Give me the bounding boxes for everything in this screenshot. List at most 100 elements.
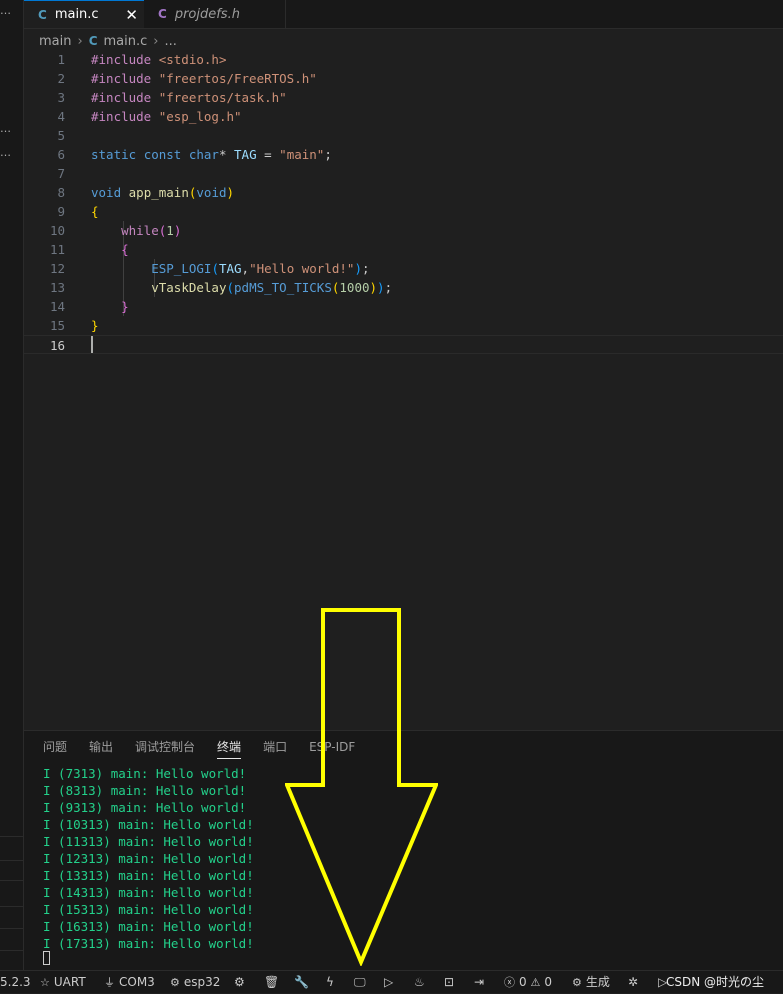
bug-icon[interactable]: ✲	[628, 971, 638, 993]
line-number: 8	[57, 185, 65, 200]
close-icon[interactable]: ✕	[125, 6, 138, 24]
code-line[interactable]: 9{	[24, 202, 783, 221]
code-token: ;	[361, 261, 370, 276]
code-token: )	[354, 261, 362, 276]
code-text: }	[91, 316, 99, 335]
code-token: ,	[241, 261, 250, 276]
target-label: esp32	[183, 975, 221, 989]
code-text: }	[91, 297, 129, 316]
line-number: 7	[57, 166, 65, 181]
code-line[interactable]: 12 ESP_LOGI(TAG,"Hello world!");	[24, 259, 783, 278]
panel-tab[interactable]: 输出	[89, 735, 113, 759]
code-token: )	[226, 185, 235, 200]
flash-icon[interactable]: ϟ	[326, 971, 334, 993]
gear-icon: ⚙	[572, 976, 582, 989]
problems-indicator[interactable]: ⓧ 0 ⚠ 0	[504, 971, 552, 993]
chip-icon: ⚙	[170, 976, 180, 989]
line-number: 5	[57, 128, 65, 143]
tab-projdefs-h[interactable]: C projdefs.h	[144, 0, 286, 28]
code-token: static	[91, 147, 144, 162]
breadcrumb-symbol[interactable]: ...	[164, 34, 176, 49]
com-port-selector[interactable]: ⏚ COM3	[104, 971, 155, 993]
code-line[interactable]: 15}	[24, 316, 783, 335]
code-token: (	[211, 261, 219, 276]
code-line[interactable]: 13 vTaskDelay(pdMS_TO_TICKS(1000));	[24, 278, 783, 297]
code-token: const	[143, 147, 189, 162]
code-text: #include <stdio.h>	[91, 50, 226, 69]
breadcrumb-file[interactable]: main.c	[104, 34, 148, 49]
code-text: while(1)	[91, 221, 181, 240]
terminal-line: I (11313) main: Hello world!	[43, 834, 254, 849]
code-line[interactable]: 3 #include "freertos/task.h"	[24, 88, 783, 107]
sidebar-fragment: …	[0, 122, 11, 135]
code-token: TAG	[234, 147, 257, 162]
code-line[interactable]: 5	[24, 126, 783, 145]
trash-icon[interactable]: 🗑	[264, 971, 279, 993]
code-token: TAG	[218, 261, 242, 276]
panel-tab[interactable]: 调试控制台	[135, 735, 195, 759]
terminal-icon[interactable]: ⊡	[444, 971, 454, 993]
panel-tab[interactable]: ESP-IDF	[309, 735, 355, 759]
panel-tab[interactable]: 终端	[217, 735, 242, 759]
code-line[interactable]: 6 static const char* TAG = "main";	[24, 145, 783, 164]
target-selector[interactable]: ⚙ esp32	[170, 971, 220, 993]
terminal-line: I (15313) main: Hello world!	[43, 902, 254, 917]
sidebar-fragment: …	[0, 146, 11, 159]
code-token: #include	[91, 90, 159, 105]
code-line[interactable]: 14 }	[24, 297, 783, 316]
terminal-output[interactable]: I (7313) main: Hello world! I (8313) main…	[43, 765, 254, 952]
code-token: ESP_LOGI	[151, 261, 212, 276]
code-line[interactable]: 1 #include <stdio.h>	[24, 50, 783, 69]
line-number: 9	[57, 204, 65, 219]
flame-icon[interactable]: ♨	[414, 971, 425, 993]
menuconfig-gear-icon[interactable]: ⚙	[234, 971, 245, 993]
uart-flash-method[interactable]: ☆ UART	[40, 971, 86, 993]
breadcrumb-folder[interactable]: main	[39, 34, 71, 49]
code-token: #include	[91, 71, 159, 86]
line-number: 16	[49, 338, 65, 353]
tab-label: projdefs.h	[174, 6, 240, 22]
code-line[interactable]: 7	[24, 164, 783, 183]
c-file-icon: C	[38, 7, 47, 22]
code-token: "freertos/FreeRTOS.h"	[158, 71, 317, 86]
terminal-line: I (9313) main: Hello world!	[43, 800, 247, 815]
bottom-panel: 问题 输出 调试控制台 终端 端口 ESP-IDF I (7313) main: Hell…	[24, 730, 783, 971]
warning-icon: ⚠	[530, 976, 541, 989]
text-cursor	[91, 336, 93, 353]
build-button[interactable]: ⚙ 生成	[572, 971, 610, 993]
monitor-icon[interactable]: 🖵	[354, 971, 366, 993]
line-number: 13	[49, 280, 65, 295]
code-line[interactable]: 4 #include "esp_log.h"	[24, 107, 783, 126]
panel-tab[interactable]: 问题	[43, 735, 67, 759]
run-task-icon[interactable]: ⇥	[474, 971, 484, 993]
line-number: 15	[49, 318, 65, 333]
idf-version[interactable]: 5.2.3	[0, 971, 31, 993]
code-token: app_main	[128, 185, 189, 200]
code-text: #include "freertos/FreeRTOS.h"	[91, 69, 317, 88]
code-text: ESP_LOGI(TAG,"Hello world!");	[91, 259, 370, 278]
code-token: )	[173, 223, 182, 238]
line-number: 2	[57, 71, 65, 86]
code-line[interactable]: 8 void app_main(void)	[24, 183, 783, 202]
panel-tab[interactable]: 端口	[263, 735, 287, 759]
code-editor[interactable]: 1 #include <stdio.h> 2 #include "freertos/F…	[24, 50, 783, 730]
code-line[interactable]: 2 #include "freertos/FreeRTOS.h"	[24, 69, 783, 88]
code-token: char	[188, 147, 219, 162]
code-line[interactable]: 16	[24, 335, 783, 354]
error-count: 0	[519, 975, 527, 989]
code-line[interactable]: 10 while(1)	[24, 221, 783, 240]
wrench-icon[interactable]: 🔧	[294, 971, 309, 993]
status-bar: 5.2.3 ☆ UART ⏚ COM3 ⚙ esp32 ⚙ 🗑 🔧 ϟ 🖵 ▷ ♨ ⊡…	[0, 970, 783, 993]
warning-count: 0	[544, 975, 552, 989]
code-token: while	[121, 223, 159, 238]
overflow-icon[interactable]: …	[0, 5, 11, 16]
code-token: <stdio.h>	[158, 52, 227, 67]
error-icon: ⓧ	[504, 976, 515, 989]
debug-run-icon[interactable]: ▷	[384, 971, 393, 993]
code-line[interactable]: 11 {	[24, 240, 783, 259]
tab-main-c[interactable]: C main.c ✕	[24, 0, 144, 28]
terminal-line: I (7313) main: Hello world!	[43, 766, 247, 781]
plug-icon: ⏚	[104, 976, 115, 989]
chevron-right-icon: ›	[77, 33, 83, 49]
